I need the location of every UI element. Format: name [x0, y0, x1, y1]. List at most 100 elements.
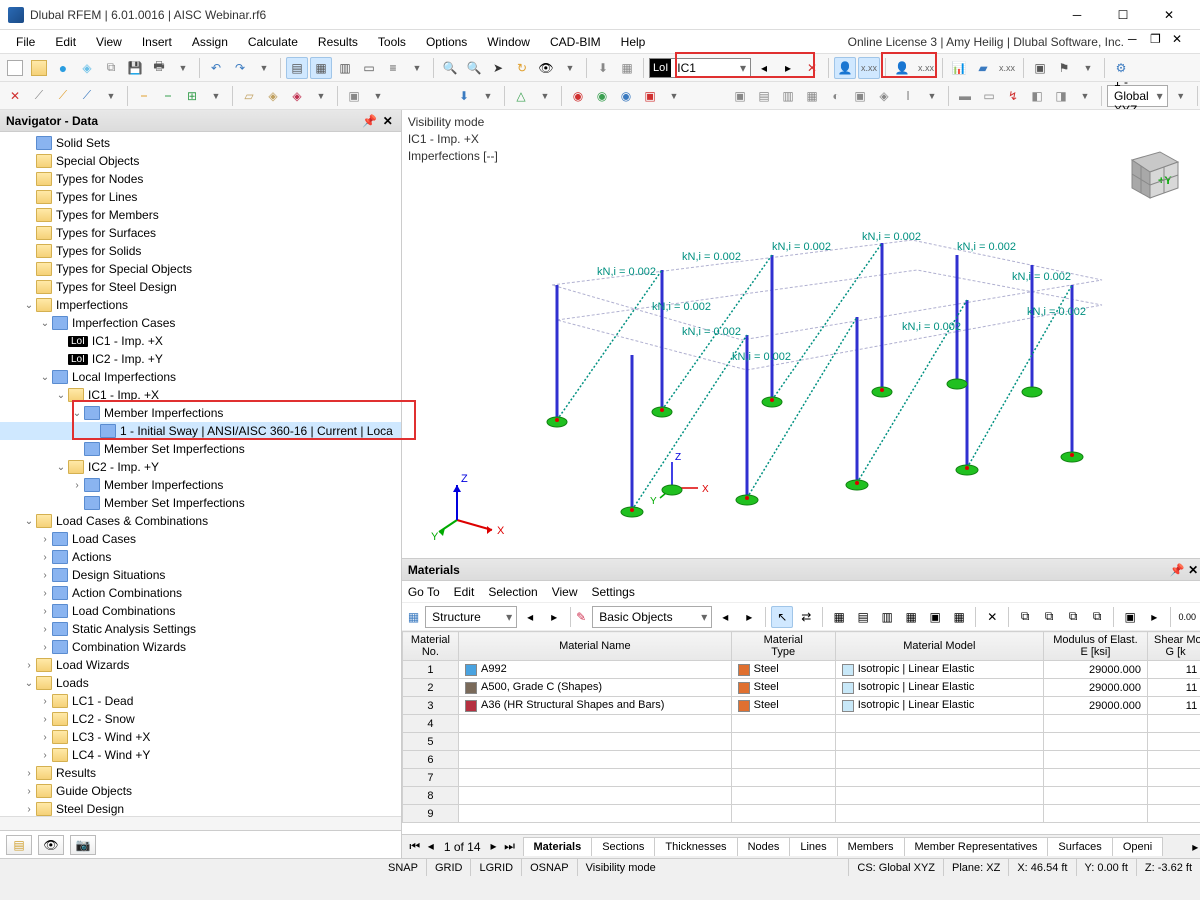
tab-openi[interactable]: Openi [1112, 837, 1163, 856]
dropdown-icon[interactable]: ▼ [1077, 57, 1099, 79]
deform-icon[interactable]: ▰ [972, 57, 994, 79]
last-icon[interactable]: ⏭ [503, 839, 517, 855]
render-icon[interactable]: ▬ [954, 85, 976, 107]
solid-icon[interactable]: ▣ [343, 85, 365, 107]
support-icon[interactable]: ▣ [1029, 57, 1051, 79]
tree-item[interactable]: 1 - Initial Sway | ANSI/AISC 360-16 | Cu… [0, 422, 401, 440]
script-icon[interactable]: ≡ [382, 57, 404, 79]
refresh-icon[interactable]: ↻ [511, 57, 533, 79]
tab-thicknesses[interactable]: Thicknesses [654, 837, 737, 856]
load-icon[interactable]: ⬇ [453, 85, 475, 107]
dropdown-icon[interactable]: ▼ [1074, 85, 1096, 107]
chevron-down-icon[interactable]: ▾ [736, 61, 750, 75]
dropdown-icon[interactable]: ▼ [253, 57, 275, 79]
show-numbering-icon[interactable]: 👤 [834, 57, 856, 79]
tree-item[interactable]: ⌄Loads [0, 674, 401, 692]
view-icon[interactable]: ◐ [825, 85, 847, 107]
navigator-icon[interactable]: ▤ [286, 57, 308, 79]
copy-icon[interactable]: ⧉ [1014, 606, 1036, 628]
tree-item[interactable]: ⌄Local Imperfections [0, 368, 401, 386]
tree-item[interactable]: ›Steel Design [0, 800, 401, 816]
grid-icon[interactable]: ▥ [876, 606, 898, 628]
nav-cube[interactable]: +Y [1120, 140, 1184, 204]
render-icon[interactable]: ◧ [1026, 85, 1048, 107]
view-icon[interactable]: ▥ [777, 85, 799, 107]
tree-item[interactable]: ›Load Combinations [0, 602, 401, 620]
materials-grid[interactable]: MaterialNo.Material NameMaterialTypeMate… [402, 631, 1200, 834]
surface-icon[interactable]: ◈ [262, 85, 284, 107]
grid-icon[interactable]: ▣ [924, 606, 946, 628]
view-icon[interactable]: ◈ [873, 85, 895, 107]
dropdown-icon[interactable]: ▼ [367, 85, 389, 107]
tab-lines[interactable]: Lines [789, 837, 837, 856]
menu-help[interactable]: Help [611, 32, 656, 52]
hinge-icon[interactable]: ◉ [615, 85, 637, 107]
menu-file[interactable]: File [6, 32, 45, 52]
tab-materials[interactable]: Materials [523, 837, 593, 856]
copy-icon[interactable]: ⧉ [1038, 606, 1060, 628]
coord-system-combo[interactable]: 1 - Global XYZ [1107, 85, 1168, 107]
nav-tab-data[interactable]: ▤ [6, 835, 32, 855]
mat-menu-view[interactable]: View [552, 585, 578, 599]
zoom-sel-icon[interactable]: 🔍 [463, 57, 485, 79]
hinge-icon[interactable]: ▣ [639, 85, 661, 107]
tree-item[interactable]: ⌄IC1 - Imp. +X [0, 386, 401, 404]
delete-icon[interactable]: ✕ [981, 606, 1003, 628]
tree-item[interactable]: ⌄Member Imperfections [0, 404, 401, 422]
loadcase-combo[interactable]: LoI IC1 ▾ [649, 58, 751, 78]
status-grid[interactable]: GRID [427, 859, 472, 876]
surface-icon[interactable]: ◈ [286, 85, 308, 107]
cloud-icon[interactable]: ● [52, 57, 74, 79]
show-values-icon[interactable]: x.xx [858, 57, 880, 79]
next-icon[interactable]: ▸ [1143, 606, 1165, 628]
print-icon[interactable]: 🖶 [148, 57, 170, 79]
menu-options[interactable]: Options [416, 32, 477, 52]
nav-tab-video[interactable]: 📷 [70, 835, 96, 855]
xxx-icon[interactable]: x.xx [996, 57, 1018, 79]
tree-item[interactable]: Special Objects [0, 152, 401, 170]
tree-item[interactable]: Types for Lines [0, 188, 401, 206]
select-icon[interactable]: ↖ [771, 606, 793, 628]
status-osnap[interactable]: OSNAP [522, 859, 578, 876]
table-icon[interactable]: ▦ [310, 57, 332, 79]
dropdown-icon[interactable]: ▼ [205, 85, 227, 107]
tree-item[interactable]: ›Design Situations [0, 566, 401, 584]
structure-combo[interactable]: Structure [425, 606, 517, 628]
tree-item[interactable]: ›Load Wizards [0, 656, 401, 674]
dropdown-icon[interactable]: ▼ [921, 85, 943, 107]
pin-icon[interactable]: 📌 [363, 114, 377, 128]
tree-item[interactable]: LoIIC2 - Imp. +Y [0, 350, 401, 368]
dropdown-icon[interactable]: ▼ [559, 57, 581, 79]
tree-item[interactable]: Types for Members [0, 206, 401, 224]
doc-restore-button[interactable]: ❐ [1150, 32, 1172, 52]
tool-icon[interactable]: ⟋ [52, 85, 74, 107]
export-icon[interactable]: ▣ [1119, 606, 1141, 628]
new-icon[interactable] [4, 57, 26, 79]
minimize-button[interactable]: ─ [1054, 0, 1100, 30]
sync-icon[interactable]: ⇄ [795, 606, 817, 628]
menu-tools[interactable]: Tools [368, 32, 416, 52]
graphic-icon[interactable]: 👤 [891, 57, 913, 79]
dropdown-icon[interactable]: ▼ [406, 57, 428, 79]
close-icon[interactable]: ✕ [1188, 563, 1198, 577]
close-button[interactable]: ✕ [1146, 0, 1192, 30]
member-icon[interactable]: ⊞ [181, 85, 203, 107]
member-icon[interactable]: ⎯ [157, 85, 179, 107]
tab-sections[interactable]: Sections [591, 837, 655, 856]
tool-icon[interactable]: ⟋ [28, 85, 50, 107]
console-icon[interactable]: ▭ [358, 57, 380, 79]
close-icon[interactable]: ✕ [381, 114, 395, 128]
tab-nodes[interactable]: Nodes [737, 837, 791, 856]
maximize-button[interactable]: ☐ [1100, 0, 1146, 30]
doc-minimize-button[interactable]: ─ [1128, 32, 1150, 52]
tree-item[interactable]: ›LC2 - Snow [0, 710, 401, 728]
tree-item[interactable]: Member Set Imperfections [0, 494, 401, 512]
tree-item[interactable]: ⌄Imperfections [0, 296, 401, 314]
member-icon[interactable]: ⎯ [133, 85, 155, 107]
dropdown-icon[interactable]: ▼ [100, 85, 122, 107]
view-icon[interactable]: Ⅰ [897, 85, 919, 107]
grid-icon[interactable]: ▦ [828, 606, 850, 628]
dropdown-icon[interactable]: ▼ [172, 57, 194, 79]
panel-icon[interactable]: ▥ [334, 57, 356, 79]
menu-assign[interactable]: Assign [182, 32, 238, 52]
